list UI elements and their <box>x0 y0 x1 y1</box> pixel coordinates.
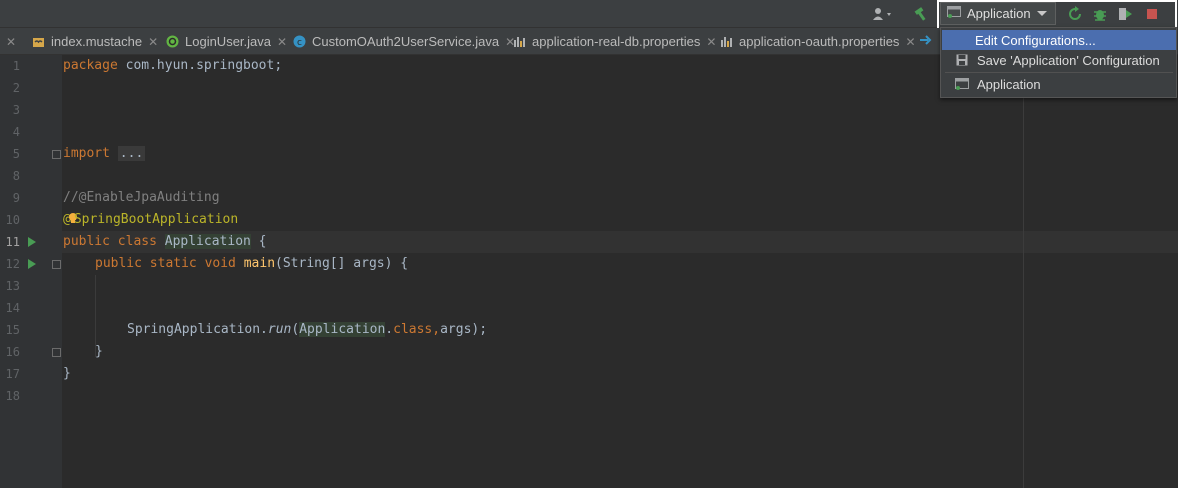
run-config-dropdown: Edit Configurations... Save 'Application… <box>940 27 1177 98</box>
save-configuration-item[interactable]: Save 'Application' Configuration <box>942 50 1176 70</box>
tab-label: index.mustache <box>51 34 143 49</box>
code-editor[interactable]: 1 2 3 4 5 8 9 10 11 12 13 14 15 16 17 18… <box>0 55 1178 488</box>
user-icon[interactable] <box>870 4 896 24</box>
line-number: 8 <box>12 169 20 183</box>
code-line: public class Application { <box>63 234 267 249</box>
tab-label: application-oauth.properties <box>739 34 900 49</box>
code-line: SpringApplication.run(Application.class,… <box>127 322 488 337</box>
code-line: import ... <box>63 146 146 161</box>
close-icon[interactable]: ✕ <box>706 35 716 49</box>
tab-application-oauth-properties[interactable]: application-oauth.properties ✕ <box>720 28 916 55</box>
fold-toggle-icon[interactable] <box>52 260 61 269</box>
line-number: 13 <box>5 279 20 293</box>
tab-loginuser-java[interactable]: LoginUser.java ✕ <box>166 28 287 55</box>
java-interface-icon <box>166 35 179 48</box>
debug-icon[interactable] <box>1091 4 1109 24</box>
line-number: 11 <box>5 235 20 249</box>
properties-file-icon <box>720 35 733 48</box>
right-margin-guide <box>1023 55 1024 488</box>
line-number: 18 <box>5 389 20 403</box>
run-gutter-icon[interactable] <box>28 259 36 269</box>
application-config-icon <box>947 6 961 21</box>
build-hammer-icon[interactable] <box>911 4 931 24</box>
svg-text:c: c <box>297 38 302 48</box>
folded-imports[interactable]: ... <box>117 146 146 161</box>
run-gutter-icon[interactable] <box>28 237 36 247</box>
edit-configurations-item[interactable]: Edit Configurations... <box>942 30 1176 50</box>
line-number: 9 <box>12 191 20 205</box>
code-line: //@EnableJpaAuditing <box>63 190 220 205</box>
close-icon[interactable]: ✕ <box>905 35 915 49</box>
chevron-down-icon <box>1037 11 1047 16</box>
application-config-icon <box>955 78 969 90</box>
tab-overflow-close[interactable]: ✕ <box>6 28 16 55</box>
line-number: 2 <box>12 81 20 95</box>
fold-toggle-icon[interactable] <box>52 348 61 357</box>
code-line: } <box>95 344 103 359</box>
line-number: 15 <box>5 323 20 337</box>
coverage-icon[interactable] <box>1116 4 1134 24</box>
line-number-gutter[interactable]: 1 2 3 4 5 8 9 10 11 12 13 14 15 16 17 18 <box>0 55 62 488</box>
line-number: 1 <box>12 59 20 73</box>
application-config-item[interactable]: Application <box>942 74 1176 94</box>
tab-label: CustomOAuth2UserService.java <box>312 34 500 49</box>
menu-divider <box>945 72 1173 73</box>
main-toolbar: Application <box>0 0 1178 28</box>
close-icon[interactable]: ✕ <box>6 35 16 49</box>
run-config-label: Application <box>967 6 1031 21</box>
properties-file-icon <box>513 35 526 48</box>
rerun-icon[interactable] <box>1066 4 1084 24</box>
save-icon <box>956 54 970 66</box>
tab-label: LoginUser.java <box>185 34 271 49</box>
java-class-icon: c <box>293 35 306 48</box>
tab-application-real-db-properties[interactable]: application-real-db.properties ✕ <box>513 28 716 55</box>
code-line: package com.hyun.springboot; <box>63 58 283 73</box>
stop-icon[interactable] <box>1143 4 1161 24</box>
run-configuration-selector[interactable]: Application <box>940 2 1056 25</box>
code-line: public static void main(String[] args) { <box>95 256 409 271</box>
code-line: } <box>63 366 71 381</box>
line-number: 10 <box>5 213 20 227</box>
line-number: 12 <box>5 257 20 271</box>
tab-list-icon <box>920 34 934 49</box>
mustache-file-icon <box>32 35 45 48</box>
fold-toggle-icon[interactable] <box>52 150 61 159</box>
line-number: 4 <box>12 125 20 139</box>
line-number: 16 <box>5 345 20 359</box>
close-icon[interactable]: ✕ <box>148 35 158 49</box>
tab-overflow-button[interactable] <box>920 28 934 55</box>
line-number: 14 <box>5 301 20 315</box>
close-icon[interactable]: ✕ <box>277 35 287 49</box>
line-number: 3 <box>12 103 20 117</box>
line-number: 17 <box>5 367 20 381</box>
line-number: 5 <box>12 147 20 161</box>
tab-label: application-real-db.properties <box>532 34 701 49</box>
code-line: @ SpringBootApplication <box>63 212 239 227</box>
tab-customoauth2userservice-java[interactable]: c CustomOAuth2UserService.java ✕ <box>293 28 515 55</box>
tab-index-mustache[interactable]: index.mustache ✕ <box>32 28 158 55</box>
